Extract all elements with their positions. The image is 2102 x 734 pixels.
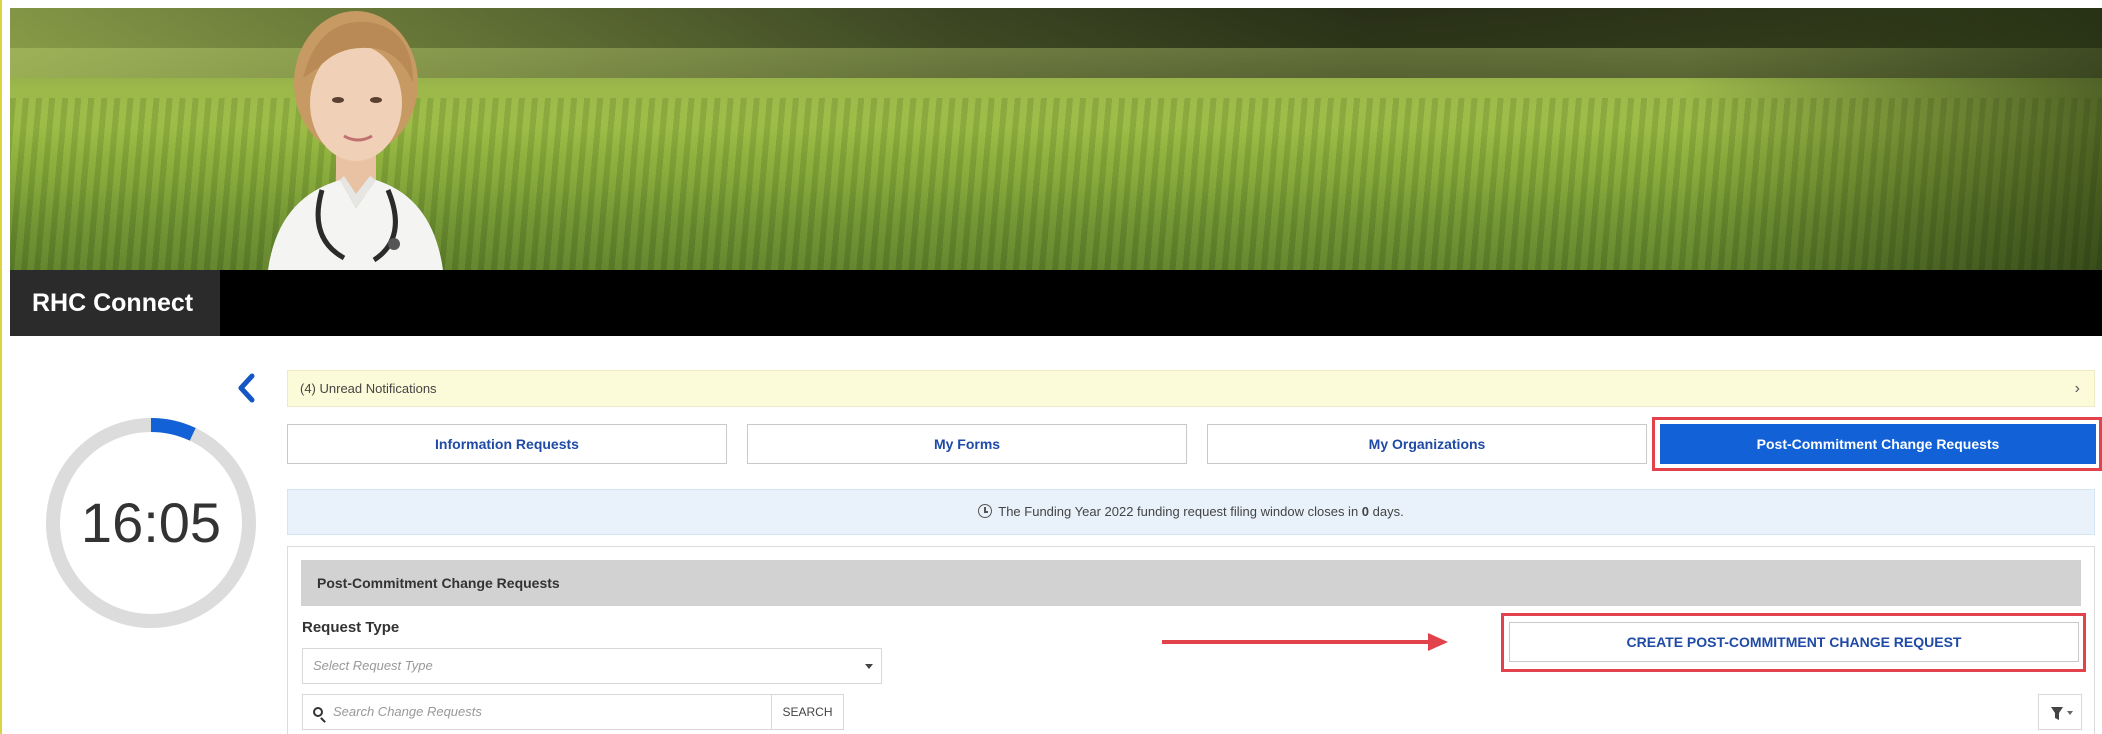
banner-image <box>10 8 2102 270</box>
filter-icon <box>2051 707 2073 720</box>
search-button[interactable]: SEARCH <box>772 694 844 730</box>
request-type-placeholder: Select Request Type <box>313 658 433 673</box>
notifications-label: (4) Unread Notifications <box>300 381 437 396</box>
app-title: RHC Connect <box>10 270 220 336</box>
doctor-portrait-image <box>268 11 443 270</box>
page-frame <box>0 0 10 734</box>
search-placeholder: Search Change Requests <box>333 704 482 719</box>
funding-window-notice: The Funding Year 2022 funding request fi… <box>287 489 2095 535</box>
tab-information-requests[interactable]: Information Requests <box>287 424 727 464</box>
search-change-requests-input[interactable]: Search Change Requests <box>302 694 772 730</box>
unread-notifications-bar[interactable]: (4) Unread Notifications › <box>287 370 2095 407</box>
app-header-bar <box>10 270 2102 336</box>
search-icon <box>313 707 323 717</box>
filter-button[interactable] <box>2038 694 2082 730</box>
create-button-highlight-box <box>1501 613 2086 672</box>
session-timer-text: 16:05 <box>80 491 222 554</box>
tab-my-organizations[interactable]: My Organizations <box>1207 424 1647 464</box>
tab-my-forms[interactable]: My Forms <box>747 424 1187 464</box>
caret-down-icon <box>865 664 873 669</box>
tab-highlight-box <box>1652 417 2102 471</box>
chevron-left-icon[interactable] <box>232 370 262 406</box>
annotation-arrow <box>1162 633 1448 651</box>
notice-prefix: The Funding Year 2022 funding request fi… <box>998 504 1359 519</box>
panel-title: Post-Commitment Change Requests <box>301 560 2081 606</box>
notice-days: 0 <box>1361 504 1370 519</box>
chevron-right-icon: › <box>2074 380 2080 397</box>
request-type-label: Request Type <box>302 619 400 636</box>
notice-suffix: days. <box>1372 504 1404 519</box>
clock-icon <box>978 504 993 518</box>
request-type-select[interactable]: Select Request Type <box>302 648 882 684</box>
